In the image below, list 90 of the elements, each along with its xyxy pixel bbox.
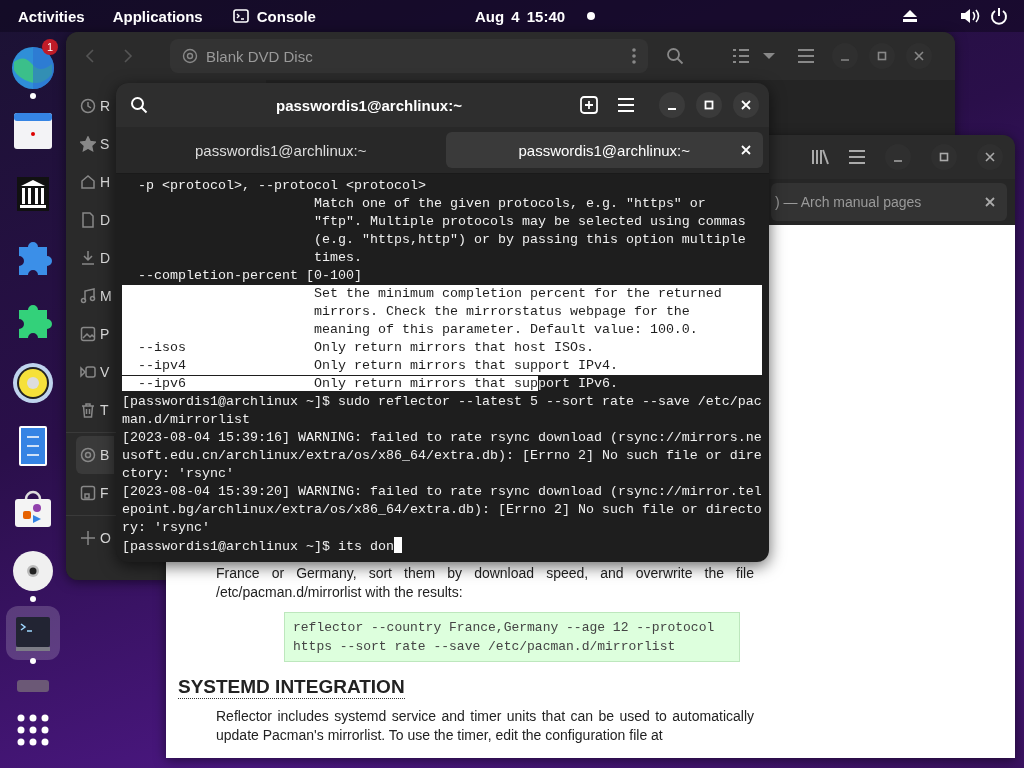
maximize-icon [704, 100, 714, 110]
close-icon [741, 100, 751, 110]
drive-icon [80, 485, 96, 501]
power-icon[interactable] [990, 7, 1008, 25]
close-button[interactable] [733, 92, 759, 118]
terminal-line: --completion-percent [0-100] [137, 267, 363, 285]
sidebar-item[interactable]: M [76, 277, 114, 315]
disc-icon [11, 549, 55, 593]
terminal-line: usoft.edu.cn/archlinux/extra/os/x86_64/extra.db): [Errno 2] No such file or dire [122, 447, 762, 465]
music-icon [80, 288, 96, 304]
window-title: passwordis1@archlinux:~ [275, 96, 463, 114]
terminal-line: ry: 'rsync' [122, 519, 211, 537]
close-button[interactable] [977, 144, 1003, 170]
terminal-line: (e.g. "https,http") or by passing this option multiple [312, 231, 747, 249]
sidebar-item[interactable]: D [76, 201, 114, 239]
speaker-icon [11, 360, 55, 405]
sidebar-item[interactable]: D [76, 239, 114, 277]
globe-icon [11, 45, 55, 90]
notification-badge: 1 [42, 38, 58, 55]
bar-icon [17, 680, 49, 692]
trash-icon [80, 402, 96, 418]
notification-dot-icon [587, 12, 596, 20]
terminal-line: [2023-08-04 15:39:20] WARNING: failed to rate rsync download (rsync://mirror.tel [122, 483, 762, 501]
sidebar-item[interactable]: R [76, 87, 114, 125]
image-icon [80, 326, 96, 342]
terminal-tab[interactable]: passwordis1@archlinux:~ [122, 132, 440, 168]
sidebar-item[interactable]: F [76, 474, 114, 512]
disc-icon [80, 447, 96, 463]
terminal-line: -p <protocol>, --protocol <protocol> [137, 177, 427, 195]
dock-item[interactable]: 1 [6, 40, 60, 95]
eject-icon[interactable] [902, 9, 918, 23]
volume-icon[interactable] [960, 8, 980, 24]
applications-menu[interactable]: Applications [112, 7, 203, 25]
terminal-line: [passwordis1@archlinux ~]$ its don [122, 537, 762, 555]
minimize-button[interactable] [659, 92, 685, 118]
code-line: https --sort rate --save /etc/pacman.d/mirrorlist [293, 638, 677, 656]
location-bar[interactable]: Blank DVD Disc [170, 39, 648, 73]
terminal-line: man.d/mirrorlist [122, 411, 251, 429]
dropdown-icon[interactable] [763, 52, 775, 60]
sidebar-item[interactable]: H [76, 163, 114, 201]
minimize-icon [893, 160, 903, 162]
sidebar-item[interactable]: B [76, 436, 114, 474]
more-options-icon[interactable] [632, 48, 636, 64]
menu-icon [618, 98, 634, 112]
code-line: reflector --country France,Germany --age 12 --protocol [293, 619, 716, 637]
maximize-icon [939, 152, 949, 162]
disc-icon [182, 48, 198, 64]
menu-icon[interactable] [798, 49, 814, 63]
sidebar-item[interactable]: O [76, 519, 114, 557]
sidebar-item[interactable]: V [76, 353, 114, 391]
maximize-icon [877, 51, 887, 61]
star-icon [80, 136, 96, 152]
terminal-line: Match one of the given protocols, e.g. "https" or [312, 195, 707, 213]
new-tab-icon [580, 96, 598, 114]
sidebar-item[interactable]: T [76, 391, 114, 429]
close-icon [985, 152, 995, 162]
video-icon [80, 364, 96, 380]
terminal-line: "ftp". Multiple protocols may be selected using commas [312, 213, 747, 231]
close-tab-icon[interactable] [985, 197, 995, 207]
console-icon [232, 9, 249, 23]
search-icon[interactable] [666, 47, 684, 65]
plus-icon [80, 530, 96, 546]
activities-button[interactable]: Activities [18, 7, 85, 25]
terminal-line: [passwordis1@archlinux ~]$ sudo reflector --latest 5 --sort rate --save /etc/pac [122, 393, 762, 411]
paragraph: Reflector includes systemd service and timer units that can be used to automatically update Pacman's mirrorlist. To use the timer, edit the configuration file at [216, 707, 754, 745]
clock-icon [80, 98, 96, 114]
download-icon [80, 250, 96, 266]
terminal-tab[interactable]: passwordis1@archlinux:~ [445, 132, 763, 168]
home-icon [80, 174, 96, 190]
close-icon [914, 51, 924, 61]
menu-icon[interactable] [849, 150, 865, 164]
sidebar-item[interactable]: S [76, 125, 114, 163]
app-menu[interactable]: Console [256, 7, 316, 25]
terminal-line: ctory: 'rsync' [122, 465, 235, 483]
list-view-icon[interactable] [733, 49, 749, 63]
maximize-button[interactable] [696, 92, 722, 118]
paragraph: France or Germany, sort them by download speed, and overwrite the file /etc/pacman.d/mirrorlist with the results: [216, 564, 754, 602]
browser-tab[interactable]: ) — Arch manual pages [771, 183, 1007, 221]
search-icon [130, 96, 148, 114]
minimize-icon [840, 59, 850, 61]
section-heading: SYSTEMD INTEGRATION [178, 676, 405, 699]
clock[interactable]: Aug 4 15:40 [474, 7, 566, 25]
library-icon[interactable] [811, 149, 829, 165]
minimize-icon [667, 108, 677, 110]
terminal-line: [2023-08-04 15:39:16] WARNING: failed to rate rsync download (rsync://mirrors.ne [122, 429, 762, 447]
maximize-button[interactable] [931, 144, 957, 170]
sidebar-item[interactable]: P [76, 315, 114, 353]
file-icon [80, 212, 96, 228]
terminal-line: epoint.bg/archlinux/extra/os/x86_64/extra.db): [Errno 2] No such file or directo [122, 501, 762, 519]
terminal-line: times. [312, 249, 363, 267]
